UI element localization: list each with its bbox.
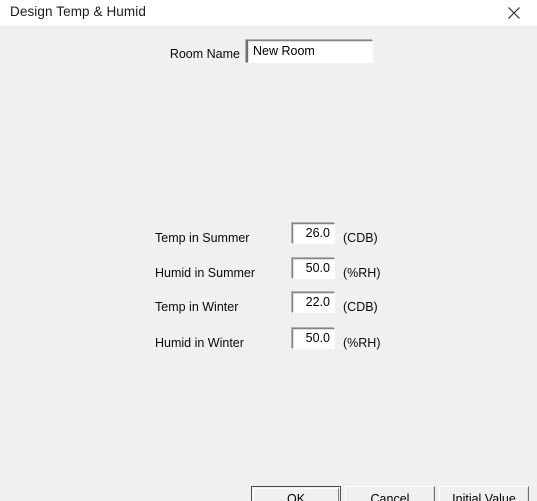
cancel-button[interactable]: Cancel: [345, 486, 435, 501]
temp-in-winter-unit: (CDB): [343, 300, 378, 314]
humid-in-winter-input[interactable]: 50.0: [292, 328, 335, 349]
humid-in-winter-label: Humid in Winter: [155, 336, 244, 350]
humid-in-summer-label: Humid in Summer: [155, 266, 256, 280]
title-bar: Design Temp & Humid: [0, 0, 537, 27]
humid-in-winter-unit: (%RH): [343, 336, 381, 350]
room-name-input[interactable]: New Room: [246, 40, 373, 63]
dialog-body: Room Name New Room Temp in Summer 26.0 (…: [0, 27, 537, 501]
room-name-label: Room Name: [169, 47, 240, 61]
temp-in-winter-label: Temp in Winter: [155, 300, 239, 314]
ok-button-label: OK: [253, 488, 339, 501]
initial-value-button[interactable]: Initial Value: [439, 486, 529, 501]
humid-in-summer-unit: (%RH): [343, 266, 381, 280]
humid-in-summer-input[interactable]: 50.0: [292, 258, 335, 279]
temp-in-summer-input[interactable]: 26.0: [292, 223, 335, 244]
temp-in-summer-label: Temp in Summer: [155, 231, 250, 245]
close-button[interactable]: [491, 0, 537, 26]
temp-in-winter-input[interactable]: 22.0: [292, 292, 335, 313]
ok-button[interactable]: OK: [251, 486, 341, 501]
temp-in-summer-unit: (CDB): [343, 231, 378, 245]
window-title: Design Temp & Humid: [10, 4, 146, 19]
design-temp-humid-dialog: Design Temp & Humid Room Name New Room T…: [0, 0, 537, 501]
